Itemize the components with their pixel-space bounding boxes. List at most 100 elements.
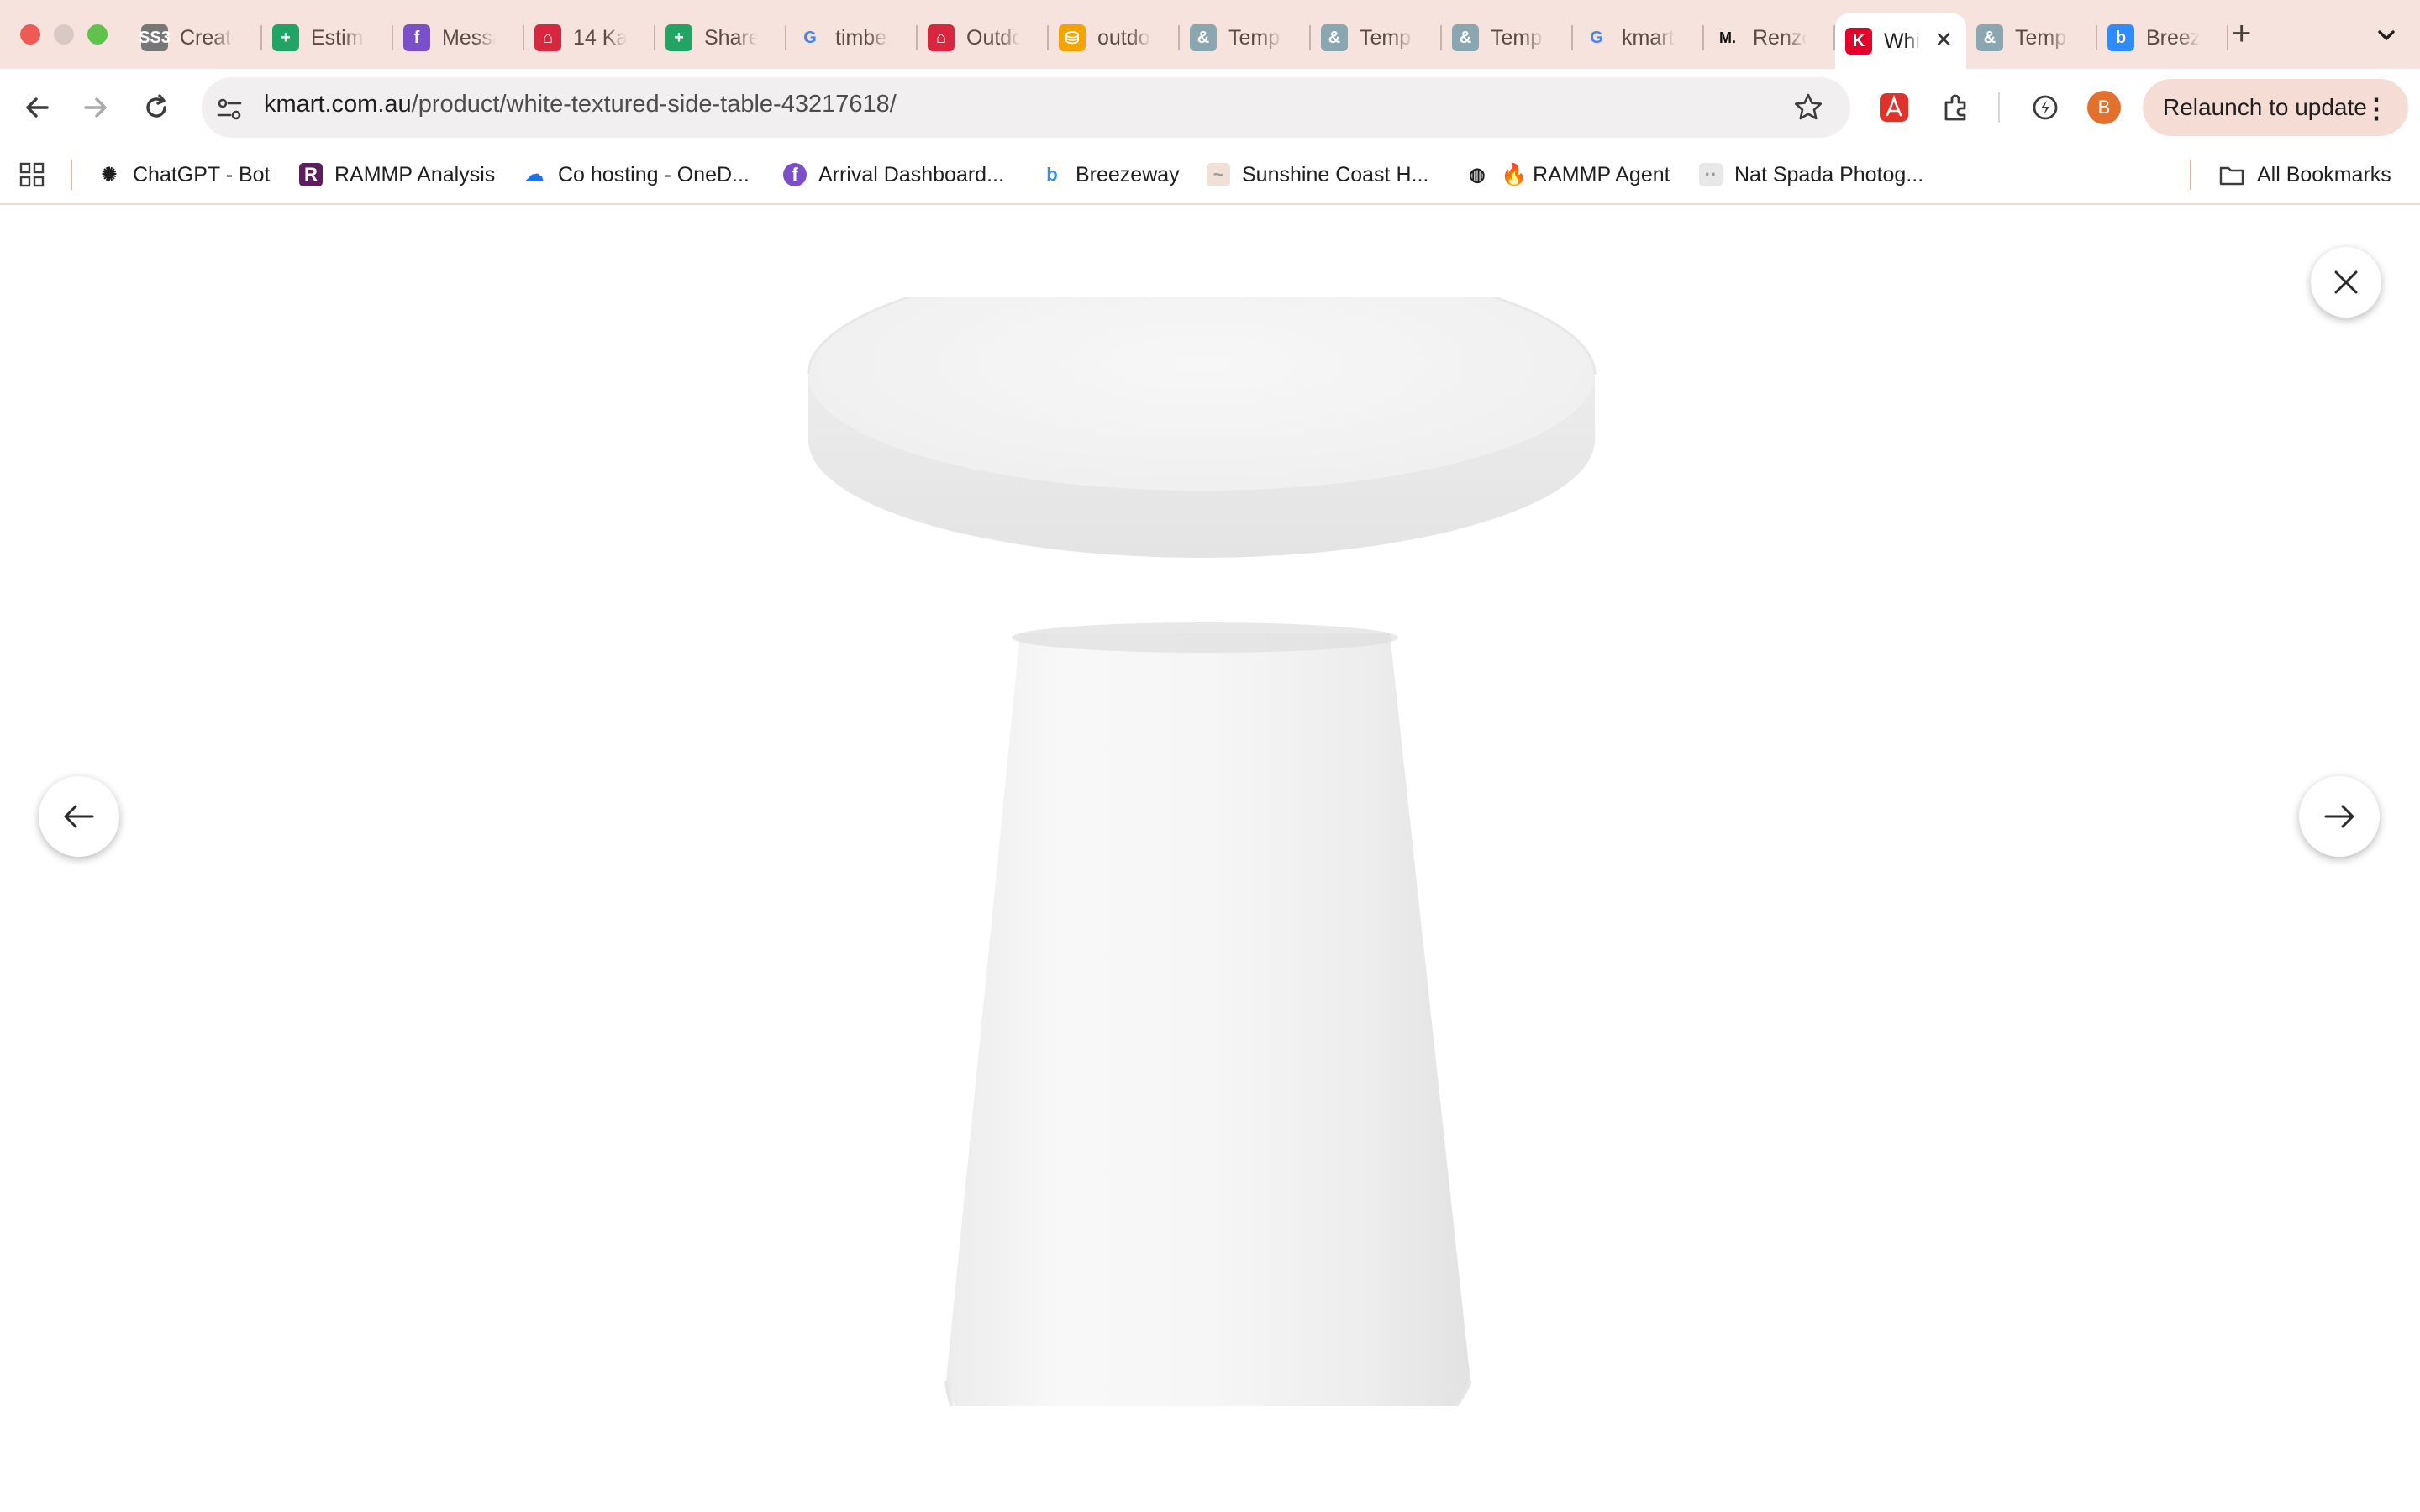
all-bookmarks-button[interactable]: All Bookmarks [2218, 158, 2391, 192]
tab-9[interactable]: & Temp [1311, 13, 1442, 62]
bookmark-item-7[interactable]: ·· Nat Spada Photog... [1699, 158, 1923, 192]
apps-grid-icon[interactable] [18, 161, 45, 188]
tab-15[interactable]: b Breezeway [2097, 13, 2228, 62]
table-pedestal [946, 633, 1470, 1406]
breezeway-icon: b [1046, 164, 1058, 185]
bookmark-label: Co hosting - OneD... [558, 162, 750, 186]
tab-title: 14 Ka [573, 25, 627, 50]
tab-4[interactable]: + Share [655, 13, 786, 62]
toolbar-divider [1998, 92, 2000, 123]
site-info-icon[interactable] [215, 95, 244, 123]
previous-image-button[interactable] [39, 776, 119, 857]
tab-strip: SS3 Create + Estimate f Messages ⌂ 14 Ka + Share G… [0, 0, 2420, 69]
bookmark-label: ChatGPT - Bot [133, 162, 271, 186]
bookmarks-divider [2190, 160, 2191, 190]
tab-8[interactable]: & Temp [1180, 13, 1311, 62]
generic-page-icon: ~ [1207, 163, 1230, 186]
tab-3[interactable]: ⌂ 14 Ka [524, 13, 655, 62]
tab-title: Messages [442, 25, 496, 50]
google-icon: G [803, 28, 817, 47]
bookmark-label: RAMMP Analysis [334, 162, 496, 186]
bookmark-item-5[interactable]: ~ Sunshine Coast H... [1207, 158, 1428, 192]
performance-icon[interactable] [2028, 91, 2062, 124]
generic-page-icon: ·· [1699, 163, 1723, 186]
folder-icon [2219, 166, 2244, 186]
globe-icon: ◍ [1469, 164, 1486, 185]
window-close-button[interactable] [20, 24, 40, 45]
onedrive-icon: ☁ [525, 164, 544, 185]
bookmark-item-1[interactable]: R RAMMP Analysis [299, 158, 495, 192]
forward-button[interactable] [77, 89, 114, 126]
bookmarks-divider [71, 160, 72, 190]
bookmark-star-icon[interactable] [1791, 91, 1825, 124]
back-button[interactable] [18, 89, 55, 126]
tab-search-chevron-icon[interactable] [2370, 18, 2403, 52]
ampersand-icon: & [1976, 24, 2003, 51]
bookmark-label: Arrival Dashboard... [818, 162, 1004, 186]
tab-list: SS3 Create + Estimate f Messages ⌂ 14 Ka + Share G… [131, 10, 2228, 69]
product-image-viewer [0, 205, 2420, 1512]
chair-icon: ⌂ [928, 24, 955, 51]
tab-divider [2227, 25, 2228, 50]
bookmark-label: Sunshine Coast H... [1242, 162, 1429, 186]
ampersand-icon: & [1452, 24, 1479, 51]
arrow-left-icon [64, 805, 94, 828]
purple-app-icon: f [403, 24, 430, 51]
window-minimize-button[interactable] [54, 24, 74, 45]
purple-app-icon: f [783, 163, 807, 186]
bookmark-item-4[interactable]: b Breezeway [1040, 158, 1180, 192]
reload-button[interactable] [138, 89, 175, 126]
bookmark-item-2[interactable]: ☁ Co hosting - OneD... [523, 158, 750, 192]
tab-title: Temp [1228, 25, 1281, 50]
close-viewer-button[interactable] [2311, 247, 2381, 318]
bookmark-item-6[interactable]: ◍ 🔥 RAMMP Agent [1465, 158, 1670, 192]
tab-title: Temp [1360, 25, 1412, 50]
tab-6[interactable]: ⌂ Outdoor [918, 13, 1049, 62]
tab-14[interactable]: & Temp [1966, 13, 2097, 62]
url-text[interactable]: kmart.com.au/product/white-textured-side… [264, 91, 897, 118]
bookmark-item-3[interactable]: f Arrival Dashboard... [783, 158, 1004, 192]
more-menu-icon[interactable]: ⋮ [2363, 92, 2390, 124]
rammp-icon: R [299, 163, 323, 186]
tab-title: Breezeway [2146, 25, 2200, 50]
tab-10[interactable]: & Temp [1442, 13, 1573, 62]
tab-title: White [1884, 29, 1921, 53]
tab-13[interactable]: K White ✕ [1835, 13, 1966, 69]
tab-2[interactable]: f Messages [393, 13, 524, 62]
tab-title: outdoor [1097, 25, 1151, 50]
sheets-icon: + [272, 24, 299, 51]
bookmark-label: Breezeway [1076, 162, 1180, 186]
next-image-button[interactable] [2299, 776, 2380, 857]
browser-toolbar: kmart.com.au/product/white-textured-side… [0, 69, 2420, 146]
tab-1[interactable]: + Estimate [262, 13, 393, 62]
home-icon: ⌂ [534, 24, 561, 51]
chatgpt-icon: ✺ [101, 164, 118, 185]
tab-12[interactable]: M. Renzo [1704, 13, 1835, 62]
arrow-right-icon [2324, 805, 2354, 828]
tab-title: timber [835, 25, 889, 50]
kmart-icon: K [1845, 28, 1872, 55]
relaunch-to-update-button[interactable]: Relaunch to update ⋮ [2143, 79, 2408, 136]
product-image-side-table [807, 297, 1597, 1406]
tab-title: Temp [2015, 25, 2067, 50]
new-tab-button[interactable]: + [2232, 15, 2251, 53]
tab-5[interactable]: Gtimber [786, 13, 918, 62]
bookmark-label: Nat Spada Photog... [1734, 162, 1924, 186]
sheets-icon: + [666, 24, 692, 51]
tab-close-icon[interactable]: ✕ [1934, 27, 1953, 53]
tab-11[interactable]: Gkmart [1573, 13, 1704, 62]
adobe-acrobat-extension-icon[interactable] [1877, 91, 1911, 124]
ampersand-icon: & [1321, 24, 1348, 51]
tab-7[interactable]: ⛁ outdoor [1049, 13, 1180, 62]
bookmark-item-0[interactable]: ✺ ChatGPT - Bot [97, 158, 271, 192]
tab-title: Temp [1491, 25, 1543, 50]
all-bookmarks-label: All Bookmarks [2257, 162, 2391, 186]
url-host: kmart.com.au [264, 91, 412, 118]
profile-avatar[interactable]: B [2087, 91, 2121, 124]
url-path: /product/white-textured-side-table-43217… [411, 91, 897, 118]
window-maximize-button[interactable] [87, 24, 108, 45]
m-logo-icon: M. [1719, 29, 1736, 46]
bookmark-label: 🔥 RAMMP Agent [1501, 162, 1670, 186]
tab-0[interactable]: SS3 Create [131, 13, 262, 62]
extensions-puzzle-icon[interactable] [1939, 91, 1973, 124]
